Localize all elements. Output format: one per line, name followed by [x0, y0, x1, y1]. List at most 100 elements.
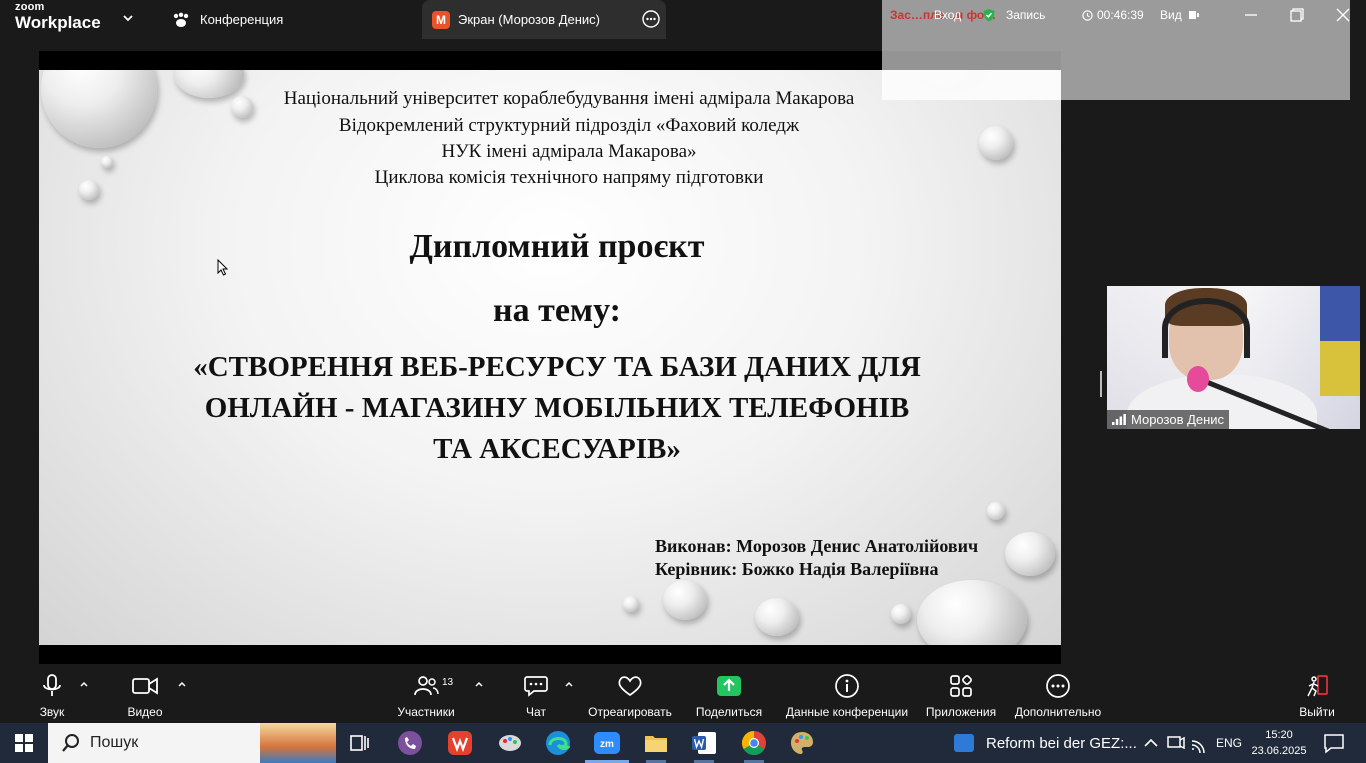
- edge-browser-icon[interactable]: [544, 729, 572, 757]
- share-label: Поделиться: [695, 705, 763, 719]
- paint-palette-icon[interactable]: [788, 729, 816, 757]
- task-view-icon[interactable]: [346, 729, 374, 757]
- flag-blue-part: [1320, 286, 1360, 341]
- slide-theme-line: ОНЛАЙН - МАГАЗИНУ МОБІЛЬНИХ ТЕЛЕФОНІВ: [204, 392, 910, 424]
- view-label: Вид: [1160, 8, 1182, 22]
- apps-label: Приложения: [925, 705, 997, 719]
- participant-name: Морозов Денис: [1131, 412, 1225, 427]
- headphones-icon: [1162, 298, 1250, 358]
- water-drop-decoration: [1005, 532, 1055, 576]
- water-drop-decoration: [623, 596, 639, 612]
- slide-header-line: НУК імені адмірала Макарова»: [441, 141, 697, 162]
- tab-screen-share[interactable]: M Экран (Морозов Денис): [422, 0, 666, 39]
- restore-icon[interactable]: [1288, 6, 1306, 24]
- apps-button[interactable]: Приложения: [924, 664, 998, 723]
- search-highlight-image: [260, 723, 336, 763]
- minimize-icon[interactable]: [1242, 6, 1260, 24]
- water-drop-decoration: [917, 580, 1027, 645]
- mouse-pointer-icon: [217, 259, 228, 276]
- video-label: Видео: [127, 705, 163, 719]
- microphone-pop-filter: [1187, 366, 1209, 392]
- caret-up-icon[interactable]: [564, 680, 574, 688]
- leave-button[interactable]: Выйти: [1296, 664, 1338, 723]
- panel-resize-handle[interactable]: [1099, 371, 1103, 397]
- notification-icon[interactable]: [1320, 729, 1348, 757]
- video-button[interactable]: Видео: [125, 664, 165, 723]
- more-dots-icon: [1046, 674, 1070, 698]
- video-camera-icon: [132, 677, 158, 695]
- react-button[interactable]: Отреагировать: [588, 664, 672, 723]
- more-circle-icon[interactable]: [642, 10, 660, 28]
- participants-icon: [414, 676, 439, 696]
- caret-up-icon[interactable]: [79, 680, 89, 688]
- react-label: Отреагировать: [588, 705, 672, 719]
- chat-button[interactable]: Чат: [518, 664, 554, 723]
- caret-up-icon[interactable]: [177, 680, 187, 688]
- flag-yellow-part: [1320, 341, 1360, 396]
- slide-theme-line: «СТВОРЕННЯ ВЕБ-РЕСУРСУ ТА БАЗИ ДАНИХ ДЛЯ: [193, 351, 921, 383]
- chevron-down-icon[interactable]: [121, 11, 135, 25]
- file-explorer-icon[interactable]: [642, 729, 670, 757]
- exit-door-icon: [1307, 675, 1328, 697]
- more-button[interactable]: Дополнительно: [1012, 664, 1104, 723]
- display-icon[interactable]: [1161, 729, 1189, 757]
- water-drop-decoration: [663, 580, 707, 620]
- zoom-workplace-logo: zoom Workplace: [15, 2, 101, 32]
- leave-label: Выйти: [1299, 705, 1335, 719]
- more-label: Дополнительно: [1014, 705, 1102, 719]
- slide-subtitle: на тему:: [493, 292, 621, 329]
- taskbar-clock[interactable]: 15:20 23.06.2025: [1248, 727, 1310, 759]
- clock-date: 23.06.2025: [1251, 745, 1307, 757]
- record-label: Запись: [1006, 8, 1046, 22]
- taskbar-search-box[interactable]: Пошук: [48, 723, 336, 763]
- language-label: ENG: [1216, 736, 1243, 750]
- view-button[interactable]: Вид: [1160, 0, 1200, 30]
- caret-up-icon[interactable]: [474, 680, 484, 688]
- audio-button[interactable]: Звук: [34, 664, 70, 723]
- tab-conference[interactable]: Конференция: [160, 0, 283, 39]
- record-button[interactable]: Запись: [982, 0, 1045, 30]
- participant-video-tile[interactable]: Морозов Денис: [1107, 286, 1360, 429]
- info-icon: [835, 674, 859, 698]
- windows-start-icon[interactable]: [10, 729, 38, 757]
- news-icon: [954, 734, 974, 752]
- news-widget[interactable]: Reform bei der GEZ:...: [954, 723, 1137, 763]
- brand-workplace: Workplace: [15, 13, 101, 32]
- water-drop-decoration: [987, 502, 1005, 520]
- meeting-timer-value: 00:46:39: [1097, 8, 1144, 22]
- apps-grid-icon: [950, 675, 972, 697]
- signal-strength-icon: [1112, 414, 1126, 425]
- participants-label: Участники: [397, 705, 455, 719]
- search-placeholder: Пошук: [90, 734, 139, 751]
- share-arrow-icon: [717, 676, 741, 696]
- meeting-timer: 00:46:39: [1082, 0, 1144, 30]
- word-icon[interactable]: [690, 729, 718, 757]
- wps-office-icon[interactable]: [446, 729, 474, 757]
- slide-theme-line: ТА АКСЕСУАРІВ»: [433, 433, 681, 465]
- news-headline: Reform bei der GEZ:...: [986, 734, 1137, 752]
- tab-screen-label: Экран (Морозов Денис): [458, 12, 600, 27]
- close-icon[interactable]: [1334, 6, 1352, 24]
- chat-bubble-icon: [524, 676, 548, 697]
- chat-label: Чат: [526, 705, 546, 719]
- tab-conference-label: Конференция: [200, 12, 284, 27]
- meeting-toolbar: Звук Видео Участники 13 Чат Отреагироват…: [0, 664, 1366, 723]
- viber-icon[interactable]: [396, 729, 424, 757]
- clock-icon: [1082, 9, 1093, 21]
- zoom-app-icon[interactable]: zm: [593, 729, 621, 757]
- tab-screen-badge: M: [432, 10, 450, 29]
- chrome-icon[interactable]: [740, 729, 768, 757]
- clock-time: 15:20: [1265, 729, 1293, 741]
- microphone-icon: [43, 674, 61, 696]
- participants-button[interactable]: Участники: [395, 664, 457, 723]
- slide-header-line: Відокремлений структурний підрозділ «Фах…: [338, 115, 800, 136]
- wifi-icon[interactable]: [1186, 729, 1214, 757]
- paw-icon: [173, 12, 189, 27]
- share-screen-button[interactable]: Поделиться: [695, 664, 763, 723]
- slide-author: Виконав: Морозов Денис Анатолійович: [655, 536, 979, 556]
- login-button[interactable]: Вход: [934, 0, 961, 30]
- language-indicator[interactable]: ENG: [1216, 723, 1242, 763]
- paint-app-icon[interactable]: [496, 729, 524, 757]
- view-layout-icon: [1188, 11, 1199, 19]
- meeting-info-button[interactable]: Данные конференции: [784, 664, 910, 723]
